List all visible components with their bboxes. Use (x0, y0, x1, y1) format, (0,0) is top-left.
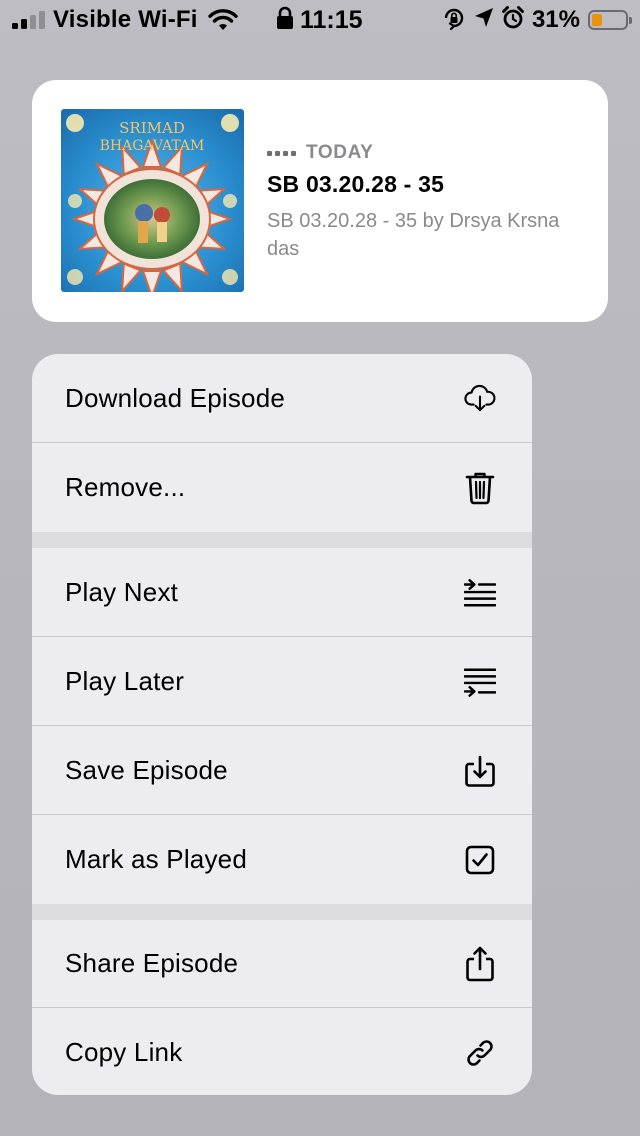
artwork-title-line1: SRIMAD (119, 119, 185, 137)
episode-title: SB 03.20.28 - 35 (267, 171, 445, 197)
menu-item-remove[interactable]: Remove... (32, 443, 532, 532)
episode-preview-card[interactable]: SRIMAD BHAGAVATAM TODAY SB 03.20.28 - 35… (32, 80, 608, 322)
alarm-icon (501, 5, 524, 35)
save-tray-icon (464, 755, 496, 787)
menu-item-label: Copy Link (65, 1037, 183, 1067)
progress-dots-icon (267, 150, 296, 156)
location-icon (474, 7, 494, 34)
clock-time: 11:15 (300, 5, 363, 34)
battery-level-fill (592, 14, 602, 26)
status-bar-center: 11:15 (276, 6, 363, 34)
lock-icon (276, 6, 294, 35)
menu-item-play-later[interactable]: Play Later (32, 637, 532, 726)
menu-item-copy-link[interactable]: Copy Link (32, 1008, 532, 1095)
trash-icon (464, 472, 496, 504)
carrier-label: Visible Wi-Fi (53, 6, 198, 33)
menu-item-save-episode[interactable]: Save Episode (32, 726, 532, 815)
menu-item-label: Save Episode (65, 755, 228, 785)
menu-section-separator (32, 904, 532, 920)
wifi-icon (207, 9, 238, 31)
episode-context-menu: Download Episode Remove... Play Next Pla… (32, 354, 532, 1095)
battery-percent: 31% (531, 6, 580, 33)
menu-item-label: Mark as Played (65, 844, 247, 874)
menu-item-share-episode[interactable]: Share Episode (32, 919, 532, 1008)
checkbox-icon (464, 844, 496, 876)
status-bar-right: 31% (442, 5, 632, 35)
episode-artwork: SRIMAD BHAGAVATAM (61, 109, 244, 292)
status-bar: Visible Wi-Fi 11:15 31% (0, 0, 640, 40)
artwork-title-line2: BHAGAVATAM (100, 138, 205, 154)
episode-description: SB 03.20.28 - 35 by Drsya Krsna das (267, 210, 560, 260)
menu-item-label: Play Later (65, 666, 185, 696)
episode-date: TODAY (306, 142, 374, 163)
cloud-download-icon (464, 383, 496, 415)
menu-item-label: Play Next (65, 577, 179, 607)
menu-item-label: Share Episode (65, 948, 239, 978)
menu-item-label: Remove... (65, 472, 186, 502)
link-icon (464, 1037, 496, 1069)
battery-icon (588, 10, 632, 30)
menu-item-play-next[interactable]: Play Next (32, 548, 532, 637)
episode-meta: TODAY SB 03.20.28 - 35 SB 03.20.28 - 35 … (267, 142, 587, 263)
menu-section-separator (32, 532, 532, 548)
share-icon (464, 946, 496, 981)
orientation-lock-icon (442, 6, 466, 35)
menu-item-download-episode[interactable]: Download Episode (32, 354, 532, 443)
episode-date-row: TODAY (267, 142, 587, 164)
play-next-icon (464, 577, 496, 609)
menu-item-label: Download Episode (65, 383, 286, 413)
signal-icon (12, 11, 45, 29)
menu-item-mark-as-played[interactable]: Mark as Played (32, 815, 532, 904)
play-later-icon (464, 666, 496, 698)
status-bar-left: Visible Wi-Fi (12, 6, 238, 34)
